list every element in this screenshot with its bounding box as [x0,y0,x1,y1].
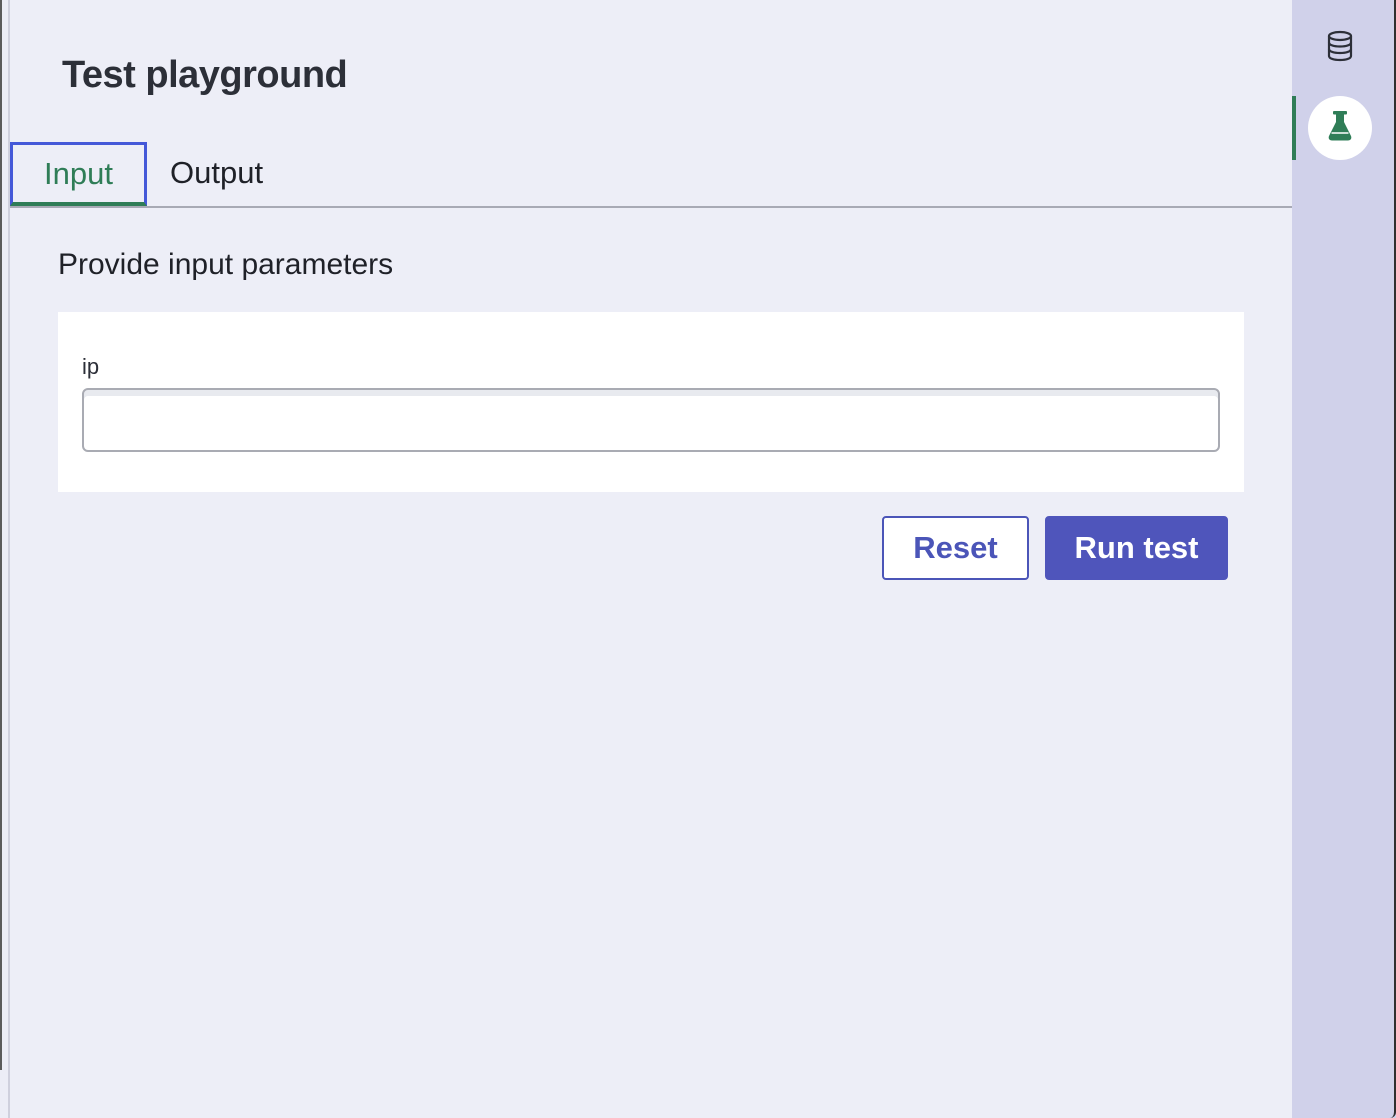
left-edge-frame [0,0,10,1118]
ip-field-label: ip [82,354,100,379]
input-parameters-card: ip [58,312,1244,492]
run-test-button[interactable]: Run test [1045,516,1228,580]
active-rail-indicator [1292,96,1296,160]
window-right-edge [1390,0,1396,1118]
database-rail-button[interactable] [1308,16,1372,80]
test-playground-rail-button[interactable] [1308,96,1372,160]
tab-bar: Input Output [10,142,1292,208]
tab-input[interactable]: Input [10,142,147,206]
database-icon [1326,30,1354,67]
right-side-rail [1292,0,1396,1118]
reset-button[interactable]: Reset [882,516,1029,580]
ip-input[interactable] [82,388,1220,452]
tab-output[interactable]: Output [170,142,290,206]
page-title: Test playground [62,54,348,96]
section-heading: Provide input parameters [58,248,394,281]
test-playground-panel: Test playground Input Output Provide inp… [10,0,1292,1118]
app-window: Test playground Input Output Provide inp… [0,0,1396,1118]
left-edge-divider [0,0,2,1070]
flask-icon [1327,110,1353,147]
